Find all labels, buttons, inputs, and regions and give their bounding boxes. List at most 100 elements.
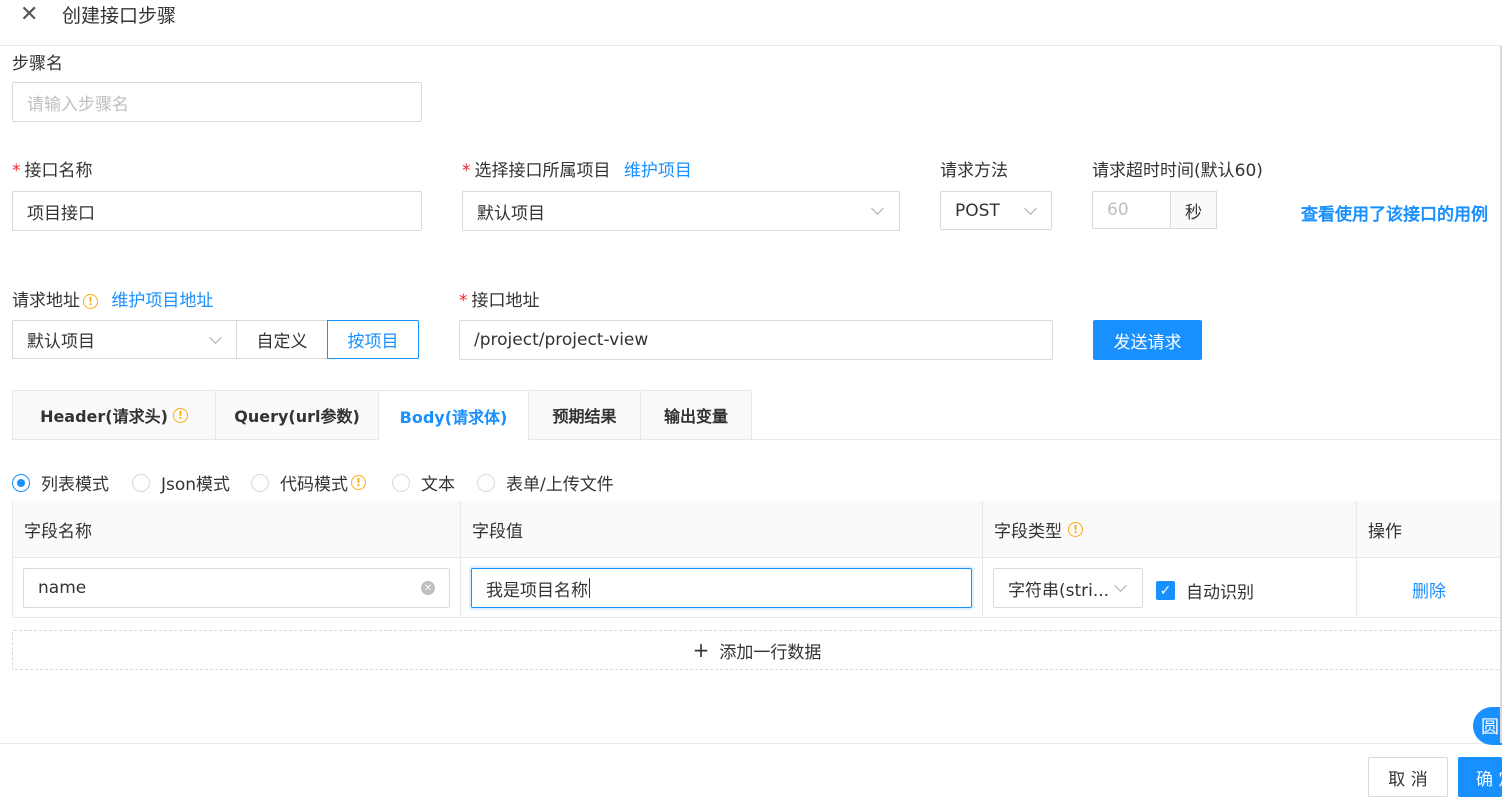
radio-text-mode[interactable]: 文本	[392, 470, 455, 495]
field-type-select[interactable]: 字符串(stri...	[993, 568, 1143, 608]
radio-form-upload-mode-label: 表单/上传文件	[506, 475, 614, 495]
radio-code-mode-label: 代码模式	[280, 475, 348, 495]
field-name-value: name	[38, 578, 87, 598]
cancel-button[interactable]: 取 消	[1368, 757, 1448, 797]
radio-circle-checked	[12, 473, 30, 492]
field-name-input[interactable]: name ✕	[23, 568, 450, 608]
cell-divider	[982, 558, 983, 617]
by-project-button[interactable]: 按项目	[327, 320, 419, 359]
interface-name-value: 项目接口	[27, 203, 95, 224]
project-select-label: * 选择接口所属项目 维护项目	[462, 156, 692, 181]
auto-detect-label: 自动识别	[1186, 583, 1254, 603]
interface-name-label: * 接口名称	[12, 156, 93, 181]
send-request-button[interactable]: 发送请求	[1093, 320, 1202, 360]
tab-header-label: Header(请求头)	[40, 407, 168, 426]
radio-circle	[392, 473, 410, 492]
floating-help-label: 圆	[1481, 717, 1499, 738]
required-mark: *	[12, 161, 21, 181]
request-address-select-value: 默认项目	[27, 332, 95, 352]
project-select-label-text: 选择接口所属项目	[474, 161, 611, 181]
clear-icon[interactable]: ✕	[421, 581, 435, 595]
step-name-placeholder: 请输入步骤名	[27, 94, 129, 115]
tab-output-variables[interactable]: 输出变量	[640, 390, 752, 439]
project-select[interactable]: 默认项目	[462, 191, 900, 231]
floating-help-button[interactable]: 圆	[1473, 707, 1502, 745]
confirm-label: 确 定	[1476, 769, 1502, 790]
cell-divider	[1356, 558, 1357, 617]
field-value-value: 我是项目名称	[486, 580, 588, 601]
request-address-label-text: 请求地址	[12, 291, 80, 311]
tab-expected-result-label: 预期结果	[552, 407, 617, 426]
checkbox-checked-icon: ✓	[1156, 581, 1175, 600]
tab-output-variables-label: 输出变量	[663, 407, 728, 426]
required-mark: *	[459, 291, 468, 311]
column-header-field-name: 字段名称	[13, 501, 461, 558]
radio-code-mode[interactable]: 代码模式!	[251, 470, 366, 495]
column-header-field-value-label: 字段值	[472, 521, 523, 542]
tab-query[interactable]: Query(url参数)	[215, 390, 379, 439]
required-mark: *	[462, 161, 471, 181]
cell-divider	[460, 558, 461, 617]
tab-body[interactable]: Body(请求体)	[378, 390, 529, 440]
cancel-label: 取 消	[1388, 769, 1428, 790]
info-icon: !	[83, 293, 98, 309]
method-value: POST	[955, 200, 1000, 221]
api-address-label-text: 接口地址	[471, 291, 540, 311]
close-icon[interactable]: ✕	[20, 2, 38, 27]
delete-row-link[interactable]: 删除	[1412, 577, 1446, 602]
by-project-label: 按项目	[347, 332, 399, 352]
column-header-field-name-label: 字段名称	[24, 521, 92, 542]
tab-header[interactable]: Header(请求头)!	[12, 390, 216, 439]
api-address-label: * 接口地址	[459, 286, 540, 311]
api-address-value: /project/project-view	[474, 330, 649, 350]
radio-json-mode-label: Json模式	[161, 475, 231, 495]
field-value-input[interactable]: 我是项目名称	[471, 568, 972, 608]
tab-body-label: Body(请求体)	[399, 407, 508, 427]
footer-divider	[0, 743, 1502, 744]
plus-icon: +	[692, 638, 710, 662]
radio-list-mode[interactable]: 列表模式	[12, 470, 109, 495]
auto-detect-checkbox[interactable]: ✓ 自动识别	[1156, 578, 1254, 603]
radio-json-mode[interactable]: Json模式	[132, 470, 230, 495]
custom-address-label: 自定义	[256, 332, 308, 352]
header-bar: ✕ 创建接口步骤	[0, 0, 1502, 46]
info-icon: !	[1068, 521, 1083, 537]
radio-circle	[251, 473, 269, 492]
step-name-label: 步骤名	[12, 54, 63, 74]
radio-circle	[477, 473, 495, 492]
chevron-down-icon	[1024, 202, 1037, 215]
radio-form-upload-mode[interactable]: 表单/上传文件	[477, 470, 614, 495]
add-row-label: 添加一行数据	[719, 642, 822, 663]
timeout-placeholder: 60	[1107, 200, 1129, 220]
confirm-button[interactable]: 确 定	[1458, 757, 1502, 797]
project-select-value: 默认项目	[477, 203, 545, 224]
info-icon: !	[172, 407, 188, 423]
chevron-down-icon	[209, 331, 222, 344]
request-address-select[interactable]: 默认项目	[12, 320, 237, 359]
chevron-down-icon	[871, 202, 884, 215]
request-address-label: 请求地址! 维护项目地址	[12, 286, 213, 311]
step-name-input[interactable]: 请输入步骤名	[12, 82, 422, 122]
maintain-project-link[interactable]: 维护项目	[624, 161, 692, 181]
field-type-value: 字符串(stri...	[1008, 580, 1110, 601]
api-address-input[interactable]: /project/project-view	[459, 320, 1053, 360]
text-cursor	[589, 578, 590, 598]
send-request-label: 发送请求	[1113, 332, 1182, 353]
radio-circle	[132, 473, 150, 492]
column-header-field-value: 字段值	[461, 501, 983, 558]
chevron-down-icon	[1114, 579, 1127, 592]
method-select[interactable]: POST	[940, 191, 1052, 230]
column-header-field-type: 字段类型!	[983, 501, 1357, 558]
tab-query-label: Query(url参数)	[234, 407, 360, 426]
usage-cases-link[interactable]: 查看使用了该接口的用例	[1301, 200, 1488, 225]
interface-name-input[interactable]: 项目接口	[12, 191, 422, 231]
add-row-button[interactable]: + 添加一行数据	[12, 630, 1502, 670]
tab-expected-result[interactable]: 预期结果	[528, 390, 641, 439]
custom-address-button[interactable]: 自定义	[236, 320, 328, 359]
timeout-unit: 秒	[1170, 191, 1217, 229]
tab-bar-line	[12, 439, 1502, 440]
timeout-label: 请求超时时间(默认60)	[1092, 161, 1263, 181]
timeout-input[interactable]: 60	[1092, 191, 1171, 229]
maintain-project-address-link[interactable]: 维护项目地址	[111, 291, 213, 311]
info-icon: !	[351, 475, 366, 490]
